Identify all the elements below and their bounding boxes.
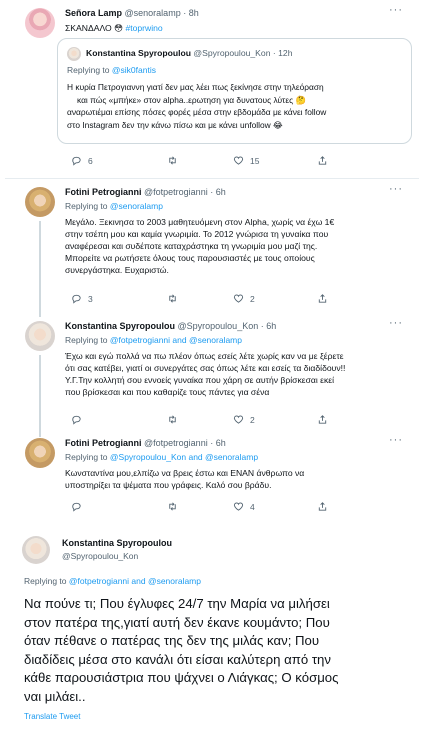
share-button[interactable] — [317, 155, 328, 166]
reply-button[interactable]: 3 — [71, 293, 93, 304]
author-handle[interactable]: @fotpetrogianni — [144, 187, 208, 197]
tweet-text: Να πούνε τι; Που έγλυφες 24/7 την Μαρία … — [24, 596, 339, 704]
avatar[interactable] — [25, 438, 55, 468]
reply-icon — [72, 502, 81, 512]
tweet-actions: 2 — [71, 414, 401, 428]
mention-link[interactable]: @senoralamp — [110, 201, 163, 211]
replying-to: Replying to @fotpetrogianni and @senoral… — [65, 335, 242, 345]
heart-icon — [233, 156, 244, 165]
share-button[interactable] — [317, 501, 328, 512]
share-button[interactable] — [317, 293, 328, 304]
avatar[interactable] — [25, 187, 55, 217]
reply-icon — [72, 415, 81, 425]
tweet-text: ΣΚΑΝΔΑΛΟ 😳 #toprwino — [65, 23, 163, 33]
author-name[interactable]: Konstantina Spyropoulou — [62, 538, 172, 548]
avatar[interactable] — [25, 321, 55, 351]
author-handle[interactable]: @fotpetrogianni — [144, 438, 208, 448]
reply-icon — [72, 294, 81, 304]
like-button[interactable]: 2 — [233, 414, 255, 425]
quote-timestamp: 12h — [278, 48, 293, 58]
mention-link[interactable]: @Spyropoulou_Kon and @senoralamp — [110, 452, 258, 462]
tweet-actions: 3 2 — [71, 293, 401, 307]
author-name[interactable]: Konstantina Spyropoulou — [65, 321, 175, 331]
thread-line — [39, 355, 41, 437]
avatar[interactable] — [25, 8, 55, 38]
heart-icon — [233, 415, 244, 424]
heart-icon — [233, 294, 244, 303]
retweet-button[interactable] — [167, 155, 178, 166]
retweet-button[interactable] — [167, 501, 178, 512]
tweet-header: Konstantina Spyropoulou @Spyropoulou_Kon… — [65, 321, 277, 331]
author-handle[interactable]: @Spyropoulou_Kon — [62, 551, 138, 561]
like-button[interactable]: 15 — [233, 155, 259, 166]
mention-link[interactable]: @fotpetrogianni and @senoralamp — [69, 576, 201, 586]
reply-icon — [72, 156, 81, 166]
mention-link[interactable]: @fotpetrogianni and @senoralamp — [110, 335, 242, 345]
timestamp[interactable]: 6h — [266, 321, 276, 331]
avatar[interactable] — [22, 536, 50, 564]
more-icon[interactable]: ··· — [389, 434, 403, 446]
author-name[interactable]: Fotini Petrogianni — [65, 438, 142, 448]
share-icon — [318, 156, 327, 165]
timestamp[interactable]: 6h — [216, 187, 226, 197]
retweet-button[interactable] — [167, 414, 178, 425]
like-button[interactable]: 2 — [233, 293, 255, 304]
retweet-icon — [169, 415, 176, 424]
quote-text: Η κυρία Πετρογιαννη γιατί δεν μας λέει π… — [67, 82, 327, 130]
timestamp[interactable]: 6h — [216, 438, 226, 448]
tweet[interactable]: Señora Lamp @senoralamp · 8h ··· ΣΚΑΝΔΑΛ… — [5, 0, 419, 178]
author-handle[interactable]: @senoralamp — [125, 8, 181, 18]
tweet[interactable]: Fotini Petrogianni @fotpetrogianni · 6h … — [5, 179, 419, 317]
heart-icon — [233, 502, 244, 511]
tweet[interactable]: Konstantina Spyropoulou @Spyropoulou_Kon… — [5, 317, 419, 437]
tweet-header: Fotini Petrogianni @fotpetrogianni · 6h — [65, 438, 226, 448]
quote-replying-to: Replying to @sik0fantis — [67, 65, 156, 75]
quote-author-name: Konstantina Spyropoulou — [86, 48, 192, 58]
tweet-header: Señora Lamp @senoralamp · 8h — [65, 8, 199, 18]
timestamp[interactable]: 8h — [189, 8, 199, 18]
retweet-icon — [169, 502, 176, 511]
quote-header: Konstantina Spyropoulou @Spyropoulou_Kon… — [86, 48, 293, 58]
avatar — [67, 47, 81, 61]
replying-to: Replying to @fotpetrogianni and @senoral… — [24, 576, 201, 586]
more-icon[interactable]: ··· — [389, 4, 403, 16]
hashtag-link[interactable]: #toprwino — [125, 23, 162, 33]
replying-to: Replying to @Spyropoulou_Kon and @senora… — [65, 452, 259, 462]
tweet-actions: 4 — [71, 501, 401, 515]
author-name[interactable]: Señora Lamp — [65, 8, 122, 18]
tweet-header: Fotini Petrogianni @fotpetrogianni · 6h — [65, 187, 226, 197]
share-icon — [318, 294, 327, 303]
translate-tweet-link[interactable]: Translate Tweet — [24, 712, 80, 721]
replying-to: Replying to @senoralamp — [65, 201, 163, 211]
quoted-tweet[interactable]: Konstantina Spyropoulou @Spyropoulou_Kon… — [57, 38, 412, 144]
retweet-icon — [169, 156, 176, 165]
tweet-text: Έχω και εγώ πολλά να πω πλέον όπως εσείς… — [65, 351, 346, 397]
retweet-icon — [169, 294, 176, 303]
conversation-thread: Señora Lamp @senoralamp · 8h ··· ΣΚΑΝΔΑΛ… — [5, 0, 419, 520]
like-button[interactable]: 4 — [233, 501, 255, 512]
tweet-text: Μεγάλο. Ξεκινησα το 2003 μαθητευόμενη στ… — [65, 217, 335, 275]
share-icon — [318, 502, 327, 511]
share-button[interactable] — [317, 414, 328, 425]
reply-button[interactable] — [71, 501, 82, 512]
tweet-text: Κωνσταντίνα μου,ελπίζω να βρεις έστω και… — [65, 468, 305, 490]
author-handle[interactable]: @Spyropoulou_Kon — [178, 321, 259, 331]
more-icon[interactable]: ··· — [389, 183, 403, 195]
tweet[interactable]: Fotini Petrogianni @fotpetrogianni · 6h … — [5, 434, 419, 520]
retweet-button[interactable] — [167, 293, 178, 304]
tweet-actions: 6 15 — [71, 155, 401, 169]
focused-tweet[interactable]: Konstantina Spyropoulou @Spyropoulou_Kon… — [14, 532, 418, 729]
thread-line — [39, 221, 41, 317]
reply-button[interactable] — [71, 414, 82, 425]
reply-button[interactable]: 6 — [71, 155, 93, 166]
quote-author-handle: @Spyropoulou_Kon — [193, 48, 271, 58]
mention-link[interactable]: @sik0fantis — [112, 65, 156, 75]
author-name[interactable]: Fotini Petrogianni — [65, 187, 142, 197]
more-icon[interactable]: ··· — [389, 317, 403, 329]
share-icon — [318, 415, 327, 424]
